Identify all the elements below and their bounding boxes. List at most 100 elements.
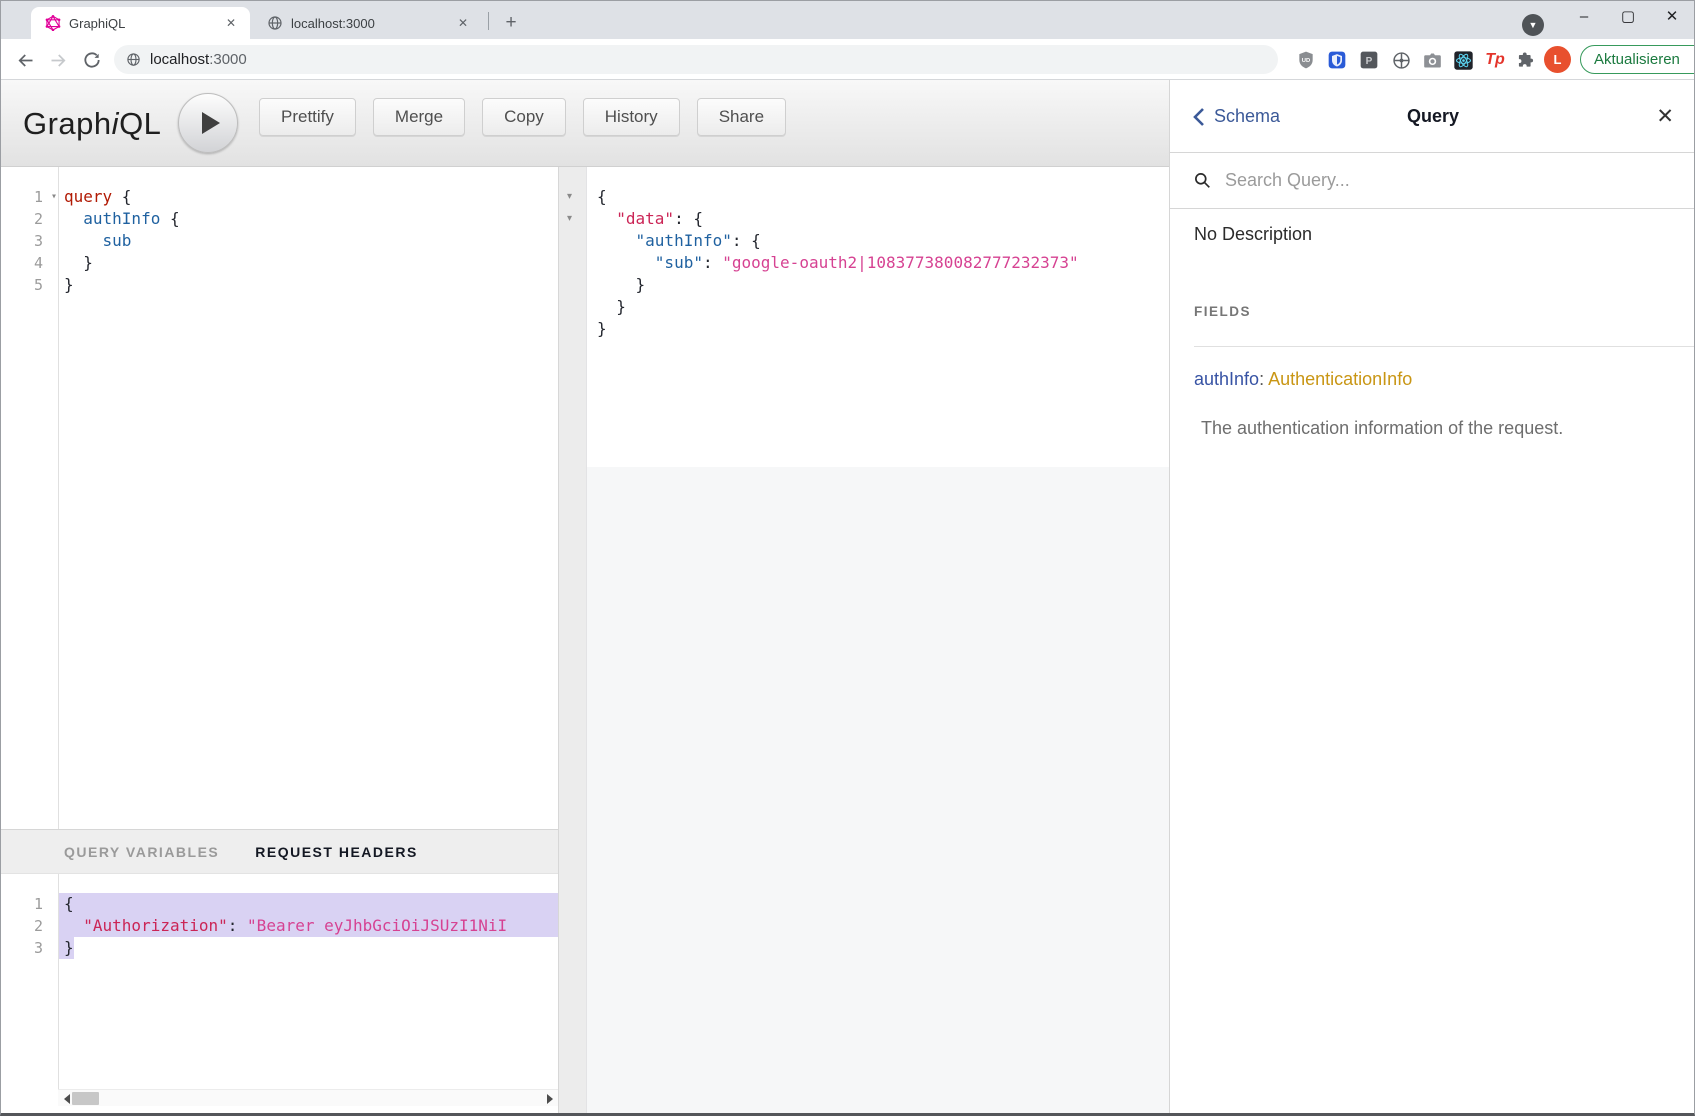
query-editor-line: 1▾query {: [1, 186, 558, 208]
code-text: "authInfo": {: [591, 230, 1169, 252]
field-type-link[interactable]: AuthenticationInfo: [1268, 369, 1412, 389]
line-number: 2: [1, 915, 58, 937]
doc-close-button[interactable]: ✕: [1656, 80, 1674, 153]
toolbar-button-copy[interactable]: Copy: [482, 98, 566, 136]
horizontal-scrollbar[interactable]: [58, 1089, 558, 1106]
result-viewer-line: {: [591, 186, 1169, 208]
window-close-button[interactable]: ✕: [1652, 1, 1692, 31]
tab-search-button[interactable]: ▼: [1522, 14, 1544, 36]
query-editor-line: 4 }: [1, 252, 558, 274]
result-viewer-line: }: [591, 296, 1169, 318]
profile-avatar[interactable]: L: [1544, 46, 1571, 73]
search-icon: [1194, 172, 1211, 189]
extension-crosshair-icon[interactable]: [1388, 47, 1414, 73]
scroll-right-button[interactable]: [541, 1090, 558, 1107]
svg-text:P: P: [1366, 56, 1373, 67]
pane-divider-fold-gutter[interactable]: ▾ ▾: [558, 167, 587, 1115]
window-maximize-button[interactable]: ▢: [1608, 1, 1648, 31]
play-icon: [202, 112, 220, 134]
result-viewer-line: "authInfo": {: [591, 230, 1169, 252]
field-name-link[interactable]: authInfo: [1194, 369, 1259, 389]
extension-camera-icon[interactable]: [1419, 47, 1445, 73]
result-viewer[interactable]: { "data": { "authInfo": { "sub": "google…: [587, 167, 1169, 340]
address-bar[interactable]: localhost:3000: [114, 45, 1278, 74]
no-description-text: No Description: [1194, 224, 1312, 245]
forward-button[interactable]: [45, 47, 71, 73]
code-text: authInfo {: [58, 208, 558, 230]
toolbar-button-share[interactable]: Share: [697, 98, 786, 136]
code-text: }: [58, 252, 558, 274]
code-text: }: [58, 274, 558, 296]
back-button[interactable]: [12, 47, 38, 73]
kebab-menu-icon[interactable]: ⋮: [1687, 50, 1695, 70]
extensions-puzzle-icon[interactable]: [1513, 47, 1539, 73]
extension-bitwarden-icon[interactable]: [1324, 47, 1350, 73]
fields-heading: FIELDS: [1194, 304, 1251, 319]
field-colon: :: [1259, 369, 1264, 389]
graphiql-logo: GraphiQL: [23, 80, 161, 167]
extension-tampermonkey-icon[interactable]: Tp: [1482, 47, 1508, 73]
code-text: }: [591, 274, 1169, 296]
code-text: {: [591, 186, 1169, 208]
extension-udshield-icon[interactable]: UD: [1293, 47, 1319, 73]
tab-localhost[interactable]: localhost:3000 ✕: [253, 7, 482, 39]
extension-p-icon[interactable]: P: [1356, 47, 1382, 73]
globe-icon: [267, 15, 283, 31]
toolbar-button-history[interactable]: History: [583, 98, 680, 136]
fold-arrow-icon[interactable]: ▾: [51, 186, 57, 208]
code-text: "sub": "google-oauth2|108377380082777232…: [591, 252, 1169, 274]
code-text: "data": {: [591, 208, 1169, 230]
code-text: }: [591, 296, 1169, 318]
new-tab-button[interactable]: +: [497, 9, 525, 37]
toolbar-button-merge[interactable]: Merge: [373, 98, 465, 136]
line-number: 2: [1, 208, 58, 230]
browser-toolbar: localhost:3000 UD P Tp L: [1, 39, 1694, 80]
result-viewer-line: }: [591, 274, 1169, 296]
url-port: :3000: [209, 51, 247, 68]
fold-arrow-icon[interactable]: ▾: [559, 208, 586, 230]
tab-close-icon[interactable]: ✕: [454, 14, 472, 32]
extension-react-devtools-icon[interactable]: [1450, 47, 1476, 73]
code-text: query {: [58, 186, 558, 208]
graphiql-topbar: GraphiQL Prettify Merge Copy History Share: [1, 80, 1169, 167]
result-pane: { "data": { "authInfo": { "sub": "google…: [587, 167, 1169, 1115]
tab-separator: [488, 12, 489, 30]
doc-explorer-header: Schema Query ✕: [1170, 80, 1695, 153]
code-text: {: [58, 893, 558, 915]
doc-search-input[interactable]: [1223, 169, 1643, 192]
tab-request-headers[interactable]: REQUEST HEADERS: [255, 844, 418, 860]
code-text: sub: [58, 230, 558, 252]
logo-part: Graph: [23, 106, 112, 142]
tab-strip: GraphiQL ✕ localhost:3000 ✕ + ▼ – ▢ ✕: [1, 1, 1694, 39]
line-number: 5: [1, 274, 58, 296]
variables-panel-titlebar: QUERY VARIABLES REQUEST HEADERS: [1, 829, 558, 874]
fields-divider: [1194, 346, 1695, 347]
query-editor[interactable]: 1▾query {2 authInfo {3 sub4 }5}: [1, 167, 558, 829]
svg-text:UD: UD: [1302, 58, 1310, 64]
toolbar-button-prettify[interactable]: Prettify: [259, 98, 356, 136]
query-editor-line: 5}: [1, 274, 558, 296]
logo-part: QL: [119, 106, 161, 142]
result-viewer-line: "sub": "google-oauth2|108377380082777232…: [591, 252, 1169, 274]
headers-editor-line: 2 "Authorization": "Bearer eyJhbGciOiJSU…: [1, 915, 558, 937]
tab-close-icon[interactable]: ✕: [222, 14, 240, 32]
scroll-thumb[interactable]: [72, 1092, 99, 1105]
line-number: 4: [1, 252, 58, 274]
field-description: The authentication information of the re…: [1201, 418, 1563, 439]
tab-title: GraphiQL: [69, 16, 222, 31]
site-info-globe-icon[interactable]: [126, 52, 141, 67]
window-minimize-button[interactable]: –: [1564, 1, 1604, 31]
result-viewer-line: }: [591, 318, 1169, 340]
toolbar-buttons: Prettify Merge Copy History Share: [259, 98, 786, 136]
request-headers-editor[interactable]: 1{2 "Authorization": "Bearer eyJhbGciOiJ…: [1, 874, 558, 1089]
fold-arrow-icon[interactable]: ▾: [559, 186, 586, 208]
reload-button[interactable]: [79, 47, 105, 73]
update-button[interactable]: Aktualisieren ⋮: [1580, 45, 1695, 74]
query-editor-line: 3 sub: [1, 230, 558, 252]
tab-graphiql[interactable]: GraphiQL ✕: [31, 7, 250, 39]
headers-editor-line: 3}: [1, 937, 558, 959]
graphql-logo-icon: [45, 15, 61, 31]
tab-query-variables[interactable]: QUERY VARIABLES: [64, 844, 219, 860]
query-editor-pane: 1▾query {2 authInfo {3 sub4 }5} QUERY VA…: [1, 167, 558, 1115]
execute-query-button[interactable]: [178, 93, 238, 153]
